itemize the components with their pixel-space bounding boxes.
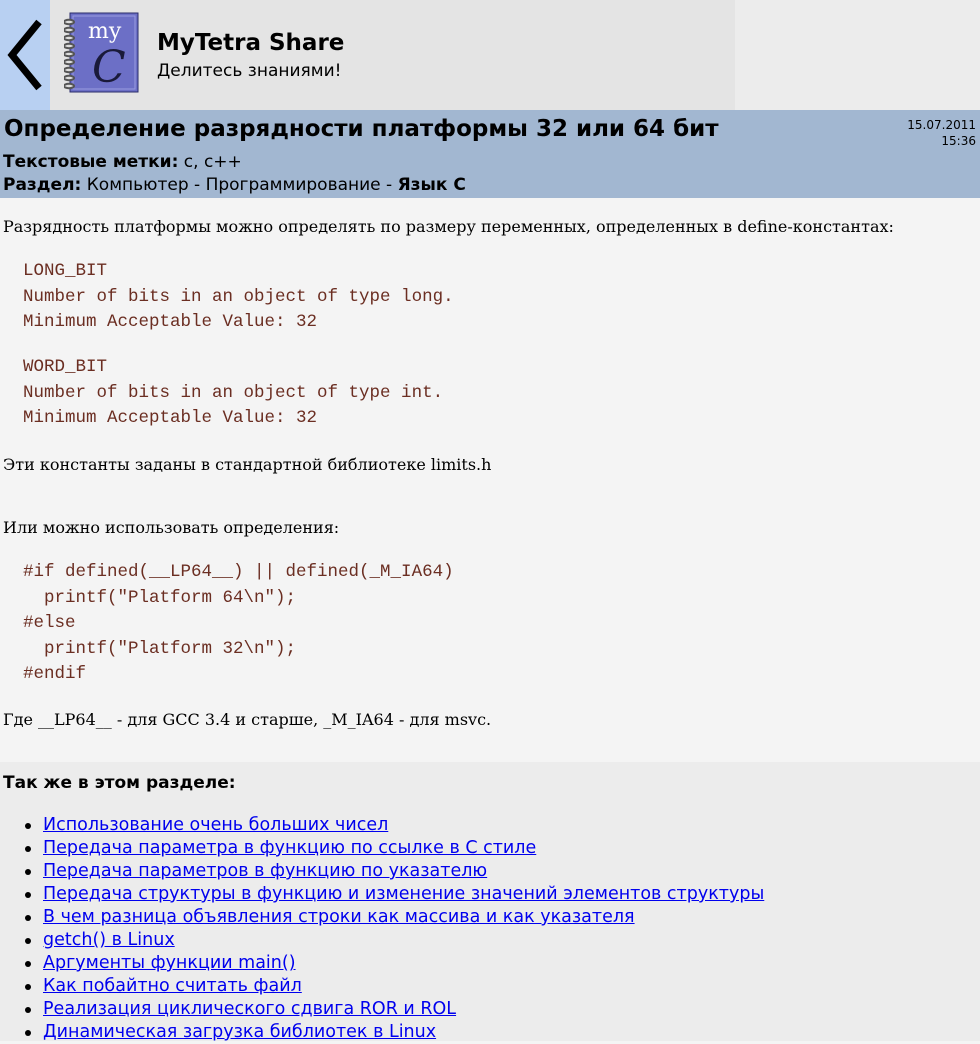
related-link[interactable]: getch() в Linux bbox=[43, 930, 175, 950]
compilers-paragraph: Где __LP64__ - для GCC 3.4 и старше, _M_… bbox=[3, 710, 492, 729]
code-block-word-bit: WORD_BIT Number of bits in an object of … bbox=[23, 357, 444, 428]
related-link[interactable]: Реализация циклического сдвига ROR и ROL bbox=[43, 999, 456, 1019]
related-link[interactable]: Как побайтно считать файл bbox=[43, 976, 302, 996]
code-block-long-bit: LONG_BIT Number of bits in an object of … bbox=[23, 261, 454, 332]
site-logo[interactable]: my C bbox=[63, 12, 140, 94]
list-item: Передача параметра в функцию по ссылке в… bbox=[23, 837, 764, 860]
related-link[interactable]: Аргументы функции main() bbox=[43, 953, 296, 973]
back-button[interactable] bbox=[0, 0, 50, 110]
list-item: Реализация циклического сдвига ROR и ROL bbox=[23, 998, 764, 1021]
related-list: Использование очень больших чисел Переда… bbox=[23, 814, 764, 1044]
list-item: В чем разница объявления строки как масс… bbox=[23, 906, 764, 929]
section-path: Компьютер - Программирование - bbox=[86, 175, 398, 195]
list-item: getch() в Linux bbox=[23, 929, 764, 952]
tags-label: Текстовые метки: bbox=[3, 152, 179, 172]
intro-paragraph: Разрядность платформы можно определять п… bbox=[3, 217, 894, 236]
header-center bbox=[50, 0, 735, 110]
svg-text:my: my bbox=[88, 19, 122, 44]
list-item: Передача структуры в функцию и изменение… bbox=[23, 883, 764, 906]
header-right-panel bbox=[735, 0, 980, 110]
limits-paragraph: Эти константы заданы в стандартной библи… bbox=[3, 455, 492, 474]
tags-value: c, c++ bbox=[183, 152, 242, 172]
definitions-paragraph: Или можно использовать определения: bbox=[3, 518, 340, 537]
list-item: Использование очень больших чисел bbox=[23, 814, 764, 837]
article-date-time: 15:36 bbox=[941, 134, 976, 148]
section-current[interactable]: Язык С bbox=[398, 175, 466, 195]
code-block-ifdef: #if defined(__LP64__) || defined(_M_IA64… bbox=[23, 562, 454, 684]
list-item: Передача параметров в функцию по указате… bbox=[23, 860, 764, 883]
related-link[interactable]: Использование очень больших чисел bbox=[43, 815, 388, 835]
related-link[interactable]: Передача параметра в функцию по ссылке в… bbox=[43, 838, 536, 858]
article-section: Раздел: Компьютер - Программирование - Я… bbox=[3, 175, 466, 195]
article-title: Определение разрядности платформы 32 или… bbox=[4, 116, 719, 142]
list-item: Как побайтно считать файл bbox=[23, 975, 764, 998]
related-heading: Так же в этом разделе: bbox=[3, 773, 236, 793]
article-date-day: 15.07.2011 bbox=[907, 118, 976, 132]
related-link[interactable]: В чем разница объявления строки как масс… bbox=[43, 907, 635, 927]
article-tags: Текстовые метки: c, c++ bbox=[3, 152, 242, 172]
list-item: Аргументы функции main() bbox=[23, 952, 764, 975]
svg-text:C: C bbox=[92, 42, 126, 93]
related-link[interactable]: Передача параметров в функцию по указате… bbox=[43, 861, 487, 881]
related-link[interactable]: Динамическая загрузка библиотек в Linux bbox=[43, 1022, 436, 1042]
site-title[interactable]: MyTetra Share bbox=[157, 30, 344, 56]
site-subtitle: Делитесь знаниями! bbox=[157, 61, 342, 81]
related-link[interactable]: Передача структуры в функцию и изменение… bbox=[43, 884, 764, 904]
chevron-left-icon bbox=[7, 19, 42, 91]
article-date: 15.07.2011 15:36 bbox=[907, 117, 976, 149]
section-label: Раздел: bbox=[3, 175, 82, 195]
